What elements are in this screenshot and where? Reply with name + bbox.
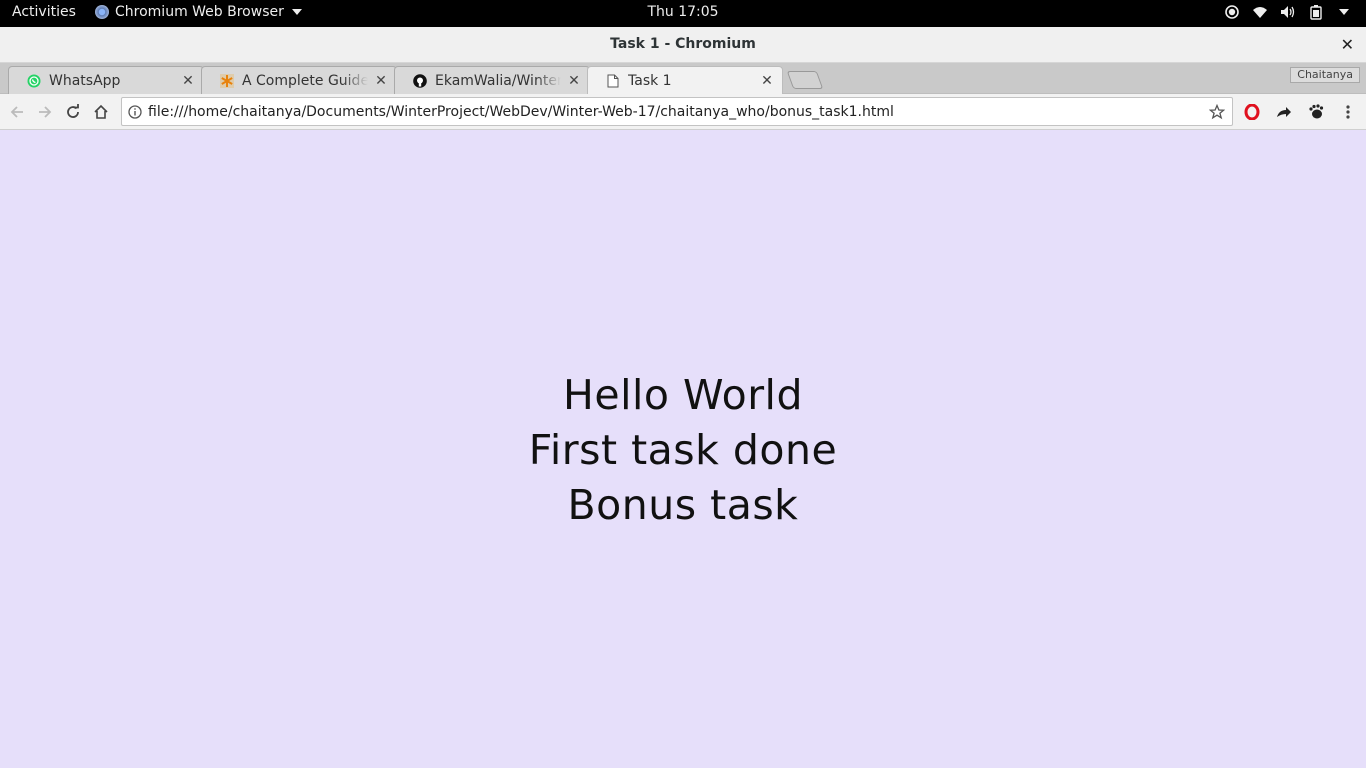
back-arrow-icon	[10, 106, 23, 118]
gnome-foot-icon	[1309, 104, 1324, 119]
caret-down-icon	[291, 9, 302, 15]
tab-title: EkamWalia/Winter-W	[435, 72, 561, 89]
page-line-hello-world: Hello World	[563, 371, 803, 419]
tab-title: Task 1	[628, 73, 672, 89]
home-icon	[94, 104, 108, 119]
reload-button[interactable]	[62, 101, 84, 123]
new-tab-button[interactable]	[786, 71, 824, 89]
tab-task-1[interactable]: Task 1 ✕	[587, 66, 783, 95]
tab-close-icon[interactable]: ✕	[567, 73, 581, 89]
system-tray[interactable]	[1224, 4, 1352, 20]
forward-button[interactable]	[34, 101, 56, 123]
github-icon	[413, 73, 427, 88]
page-text-block: Hello World First task done Bonus task	[0, 368, 1366, 533]
forward-arrow-icon	[39, 106, 52, 118]
activities-button[interactable]: Activities	[12, 4, 76, 20]
address-bar-url[interactable]: file:///home/chaitanya/Documents/WinterP…	[148, 104, 1208, 120]
app-menu-label: Chromium Web Browser	[115, 4, 284, 20]
gnome-top-bar: Activities Chromium Web Browser Thu 17:0…	[0, 0, 1366, 27]
home-button[interactable]	[90, 101, 112, 123]
page-line-bonus-task: Bonus task	[567, 481, 799, 529]
opera-extension-button[interactable]	[1241, 101, 1263, 123]
share-arrow-icon	[1277, 107, 1291, 117]
clock[interactable]: Thu 17:05	[647, 4, 718, 20]
more-vertical-icon	[1346, 105, 1350, 119]
tab-github[interactable]: EkamWalia/Winter-W ✕	[394, 66, 590, 94]
bookmark-star-icon[interactable]	[1208, 103, 1226, 121]
record-icon[interactable]	[1224, 4, 1240, 20]
window-title: Task 1 - Chromium	[610, 36, 756, 52]
app-menu[interactable]: Chromium Web Browser	[95, 4, 302, 20]
window-close-icon[interactable]: ✕	[1341, 35, 1354, 54]
page-content: Hello World First task done Bonus task	[0, 131, 1366, 768]
gnome-extension-button[interactable]	[1305, 101, 1327, 123]
share-extension-button[interactable]	[1273, 101, 1295, 123]
tab-close-icon[interactable]: ✕	[181, 73, 195, 89]
tab-complete-guide[interactable]: A Complete Guide to ✕	[201, 66, 397, 94]
page-line-first-task: First task done	[528, 426, 838, 474]
asterisk-icon	[220, 73, 234, 88]
reload-icon	[67, 104, 79, 118]
page-icon	[606, 74, 620, 88]
system-menu-caret-icon[interactable]	[1336, 4, 1352, 20]
chrome-menu-button[interactable]	[1337, 101, 1359, 123]
profile-button[interactable]: Chaitanya	[1290, 67, 1360, 83]
volume-icon[interactable]	[1280, 4, 1296, 20]
back-button[interactable]	[6, 101, 28, 123]
browser-toolbar: file:///home/chaitanya/Documents/WinterP…	[0, 94, 1366, 130]
window-title-bar[interactable]: Task 1 - Chromium ✕	[0, 27, 1366, 63]
tab-title: A Complete Guide to	[242, 72, 368, 89]
whatsapp-icon	[27, 74, 41, 88]
chromium-icon	[95, 5, 109, 19]
wifi-icon[interactable]	[1252, 4, 1268, 20]
info-icon[interactable]	[128, 104, 142, 119]
tab-close-icon[interactable]: ✕	[760, 73, 774, 89]
opera-icon	[1244, 104, 1260, 120]
battery-icon[interactable]	[1308, 4, 1324, 20]
tab-strip: WhatsApp ✕ A Complete Guide to ✕ EkamWal…	[0, 63, 1366, 95]
tab-title: WhatsApp	[49, 72, 121, 89]
address-bar[interactable]: file:///home/chaitanya/Documents/WinterP…	[121, 97, 1233, 126]
tab-close-icon[interactable]: ✕	[374, 73, 388, 89]
tab-whatsapp[interactable]: WhatsApp ✕	[8, 66, 204, 94]
